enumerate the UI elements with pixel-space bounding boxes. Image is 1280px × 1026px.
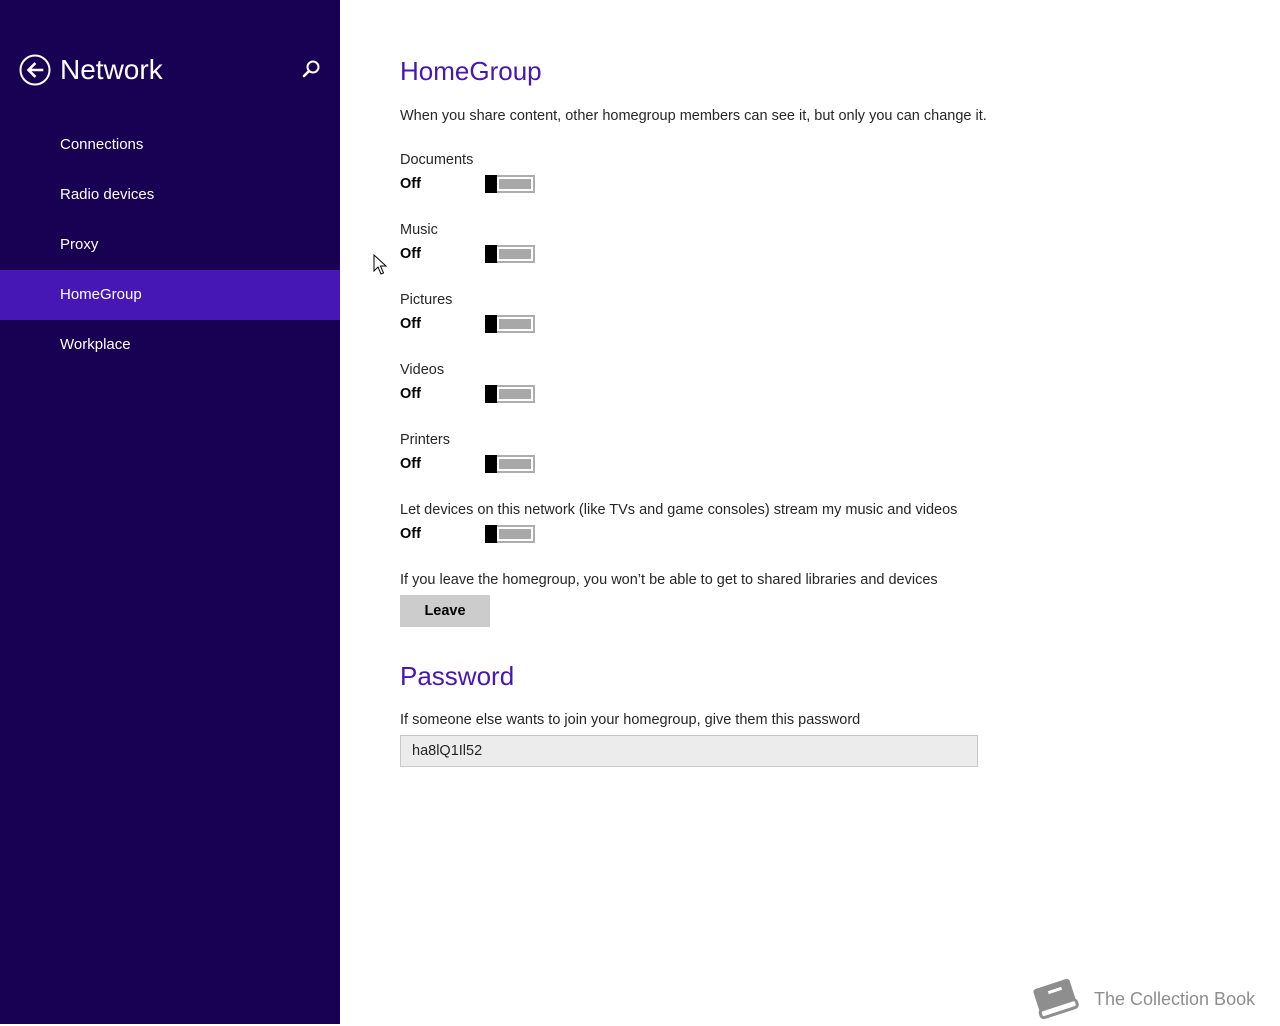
- documents-label: Documents: [400, 152, 474, 168]
- media-streaming-toggle[interactable]: [485, 525, 535, 543]
- videos-state: Off: [400, 386, 421, 402]
- back-arrow-icon[interactable]: [19, 54, 51, 86]
- printers-label: Printers: [400, 432, 450, 448]
- password-heading: Password: [400, 661, 515, 691]
- sidebar-item-connections[interactable]: Connections: [0, 120, 340, 170]
- page-title: Network: [60, 54, 163, 85]
- documents-state: Off: [400, 176, 421, 192]
- documents-toggle-row: Off: [400, 173, 535, 195]
- search-icon[interactable]: [300, 58, 322, 82]
- watermark-text: The Collection Book: [1094, 988, 1256, 1009]
- printers-toggle-row: Off: [400, 453, 535, 475]
- sidebar-item-proxy[interactable]: Proxy: [0, 220, 340, 270]
- music-toggle[interactable]: [485, 245, 535, 263]
- sidebar-item-homegroup[interactable]: HomeGroup: [0, 270, 340, 320]
- videos-toggle[interactable]: [485, 385, 535, 403]
- homegroup-description: When you share content, other homegroup …: [400, 108, 987, 124]
- sidebar: Network Connections Radio devices Proxy …: [0, 0, 340, 1024]
- printers-state: Off: [400, 456, 421, 472]
- pictures-toggle-row: Off: [400, 313, 535, 335]
- sidebar-item-workplace[interactable]: Workplace: [0, 320, 340, 370]
- password-description: If someone else wants to join your homeg…: [400, 712, 861, 728]
- media-streaming-label: Let devices on this network (like TVs an…: [400, 502, 958, 518]
- leave-button[interactable]: Leave: [400, 595, 490, 627]
- book-icon: [1028, 973, 1084, 1026]
- videos-toggle-row: Off: [400, 383, 535, 405]
- password-field[interactable]: [400, 735, 978, 767]
- media-streaming-toggle-row: Off: [400, 523, 535, 545]
- homegroup-heading: HomeGroup: [400, 56, 542, 86]
- documents-toggle[interactable]: [485, 175, 535, 193]
- media-streaming-state: Off: [400, 526, 421, 542]
- printers-toggle[interactable]: [485, 455, 535, 473]
- mouse-cursor-icon: [373, 253, 388, 276]
- sidebar-nav: Connections Radio devices Proxy HomeGrou…: [0, 120, 340, 370]
- leave-description: If you leave the homegroup, you won’t be…: [400, 572, 938, 588]
- watermark: The Collection Book: [1028, 974, 1255, 1024]
- music-toggle-row: Off: [400, 243, 535, 265]
- music-state: Off: [400, 246, 421, 262]
- pictures-label: Pictures: [400, 292, 453, 308]
- pictures-state: Off: [400, 316, 421, 332]
- videos-label: Videos: [400, 362, 445, 378]
- music-label: Music: [400, 222, 438, 238]
- pictures-toggle[interactable]: [485, 315, 535, 333]
- sidebar-item-radio-devices[interactable]: Radio devices: [0, 170, 340, 220]
